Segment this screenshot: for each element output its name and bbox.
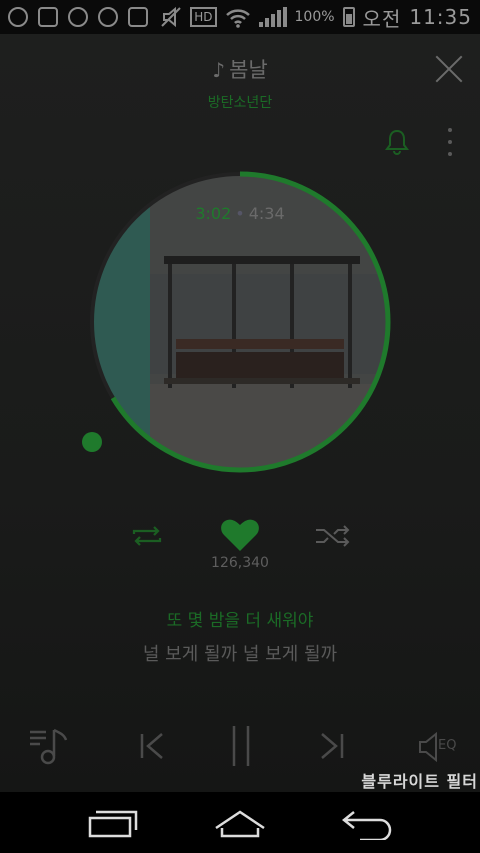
wifi-icon — [225, 9, 250, 28]
status-ampm: 오전 — [362, 6, 402, 31]
artist-name[interactable]: 방탄소년단 — [0, 92, 480, 112]
like-count: 126,340 — [211, 555, 269, 571]
next-icon[interactable] — [316, 722, 346, 770]
bell-icon[interactable] — [384, 128, 410, 156]
signal-icon — [258, 7, 287, 27]
playback-time: 3:02 • 4:34 — [88, 204, 392, 223]
progress-handle[interactable] — [82, 432, 102, 452]
repeat-icon[interactable] — [128, 522, 166, 550]
more-options-icon[interactable] — [440, 128, 460, 156]
time-separator: • — [235, 204, 245, 223]
battery-icon — [342, 7, 355, 27]
lyric-current-line[interactable]: 또 몇 밤을 더 새워야 — [0, 606, 480, 631]
song-title: ♪ 봄날 — [0, 54, 480, 84]
playlist-icon[interactable] — [28, 722, 70, 770]
g-app-icon — [8, 7, 28, 27]
mute-icon — [161, 6, 181, 28]
back-icon[interactable] — [340, 806, 400, 840]
close-icon[interactable] — [434, 54, 464, 84]
status-time: 11:35 — [409, 5, 472, 29]
album-art-progress[interactable]: 3:02 • 4:34 — [88, 170, 392, 474]
system-icons: HD 100% 오전 11:35 — [160, 3, 472, 32]
recent-apps-icon[interactable] — [84, 806, 144, 840]
current-time: 3:02 — [195, 204, 232, 223]
status-bar: HD 100% 오전 11:35 — [0, 0, 480, 34]
bottom-controls: EQ — [0, 722, 480, 774]
heart-icon[interactable] — [220, 517, 260, 553]
total-time: 4:34 — [248, 204, 285, 223]
pause-icon[interactable] — [228, 722, 254, 770]
equalizer-button[interactable]: EQ — [416, 722, 462, 770]
plus-app-icon — [38, 7, 58, 27]
hd-icon: HD — [190, 7, 217, 27]
kt-app-icon — [98, 7, 118, 27]
speaker-icon — [419, 731, 437, 763]
song-title-text: 봄날 — [229, 58, 268, 82]
notification-icons — [8, 7, 148, 27]
battery-percent: 100% — [294, 9, 335, 25]
youtube-icon — [128, 7, 148, 27]
music-note-icon: ♪ — [212, 58, 226, 82]
home-icon[interactable] — [210, 806, 270, 840]
blue-light-filter-label: 블루라이트 필터 — [361, 772, 478, 791]
navigation-bar — [0, 792, 480, 853]
equalizer-label: EQ — [438, 738, 457, 753]
camera-app-icon — [68, 7, 88, 27]
lyric-next-line[interactable]: 널 보게 될까 널 보게 될까 — [0, 640, 480, 666]
previous-icon[interactable] — [138, 722, 168, 770]
shuffle-icon[interactable] — [314, 522, 354, 550]
player-screen: ♪ 봄날 방탄소년단 3:02 • 4:34 126,340 또 몇 밤을 더 … — [0, 34, 480, 792]
